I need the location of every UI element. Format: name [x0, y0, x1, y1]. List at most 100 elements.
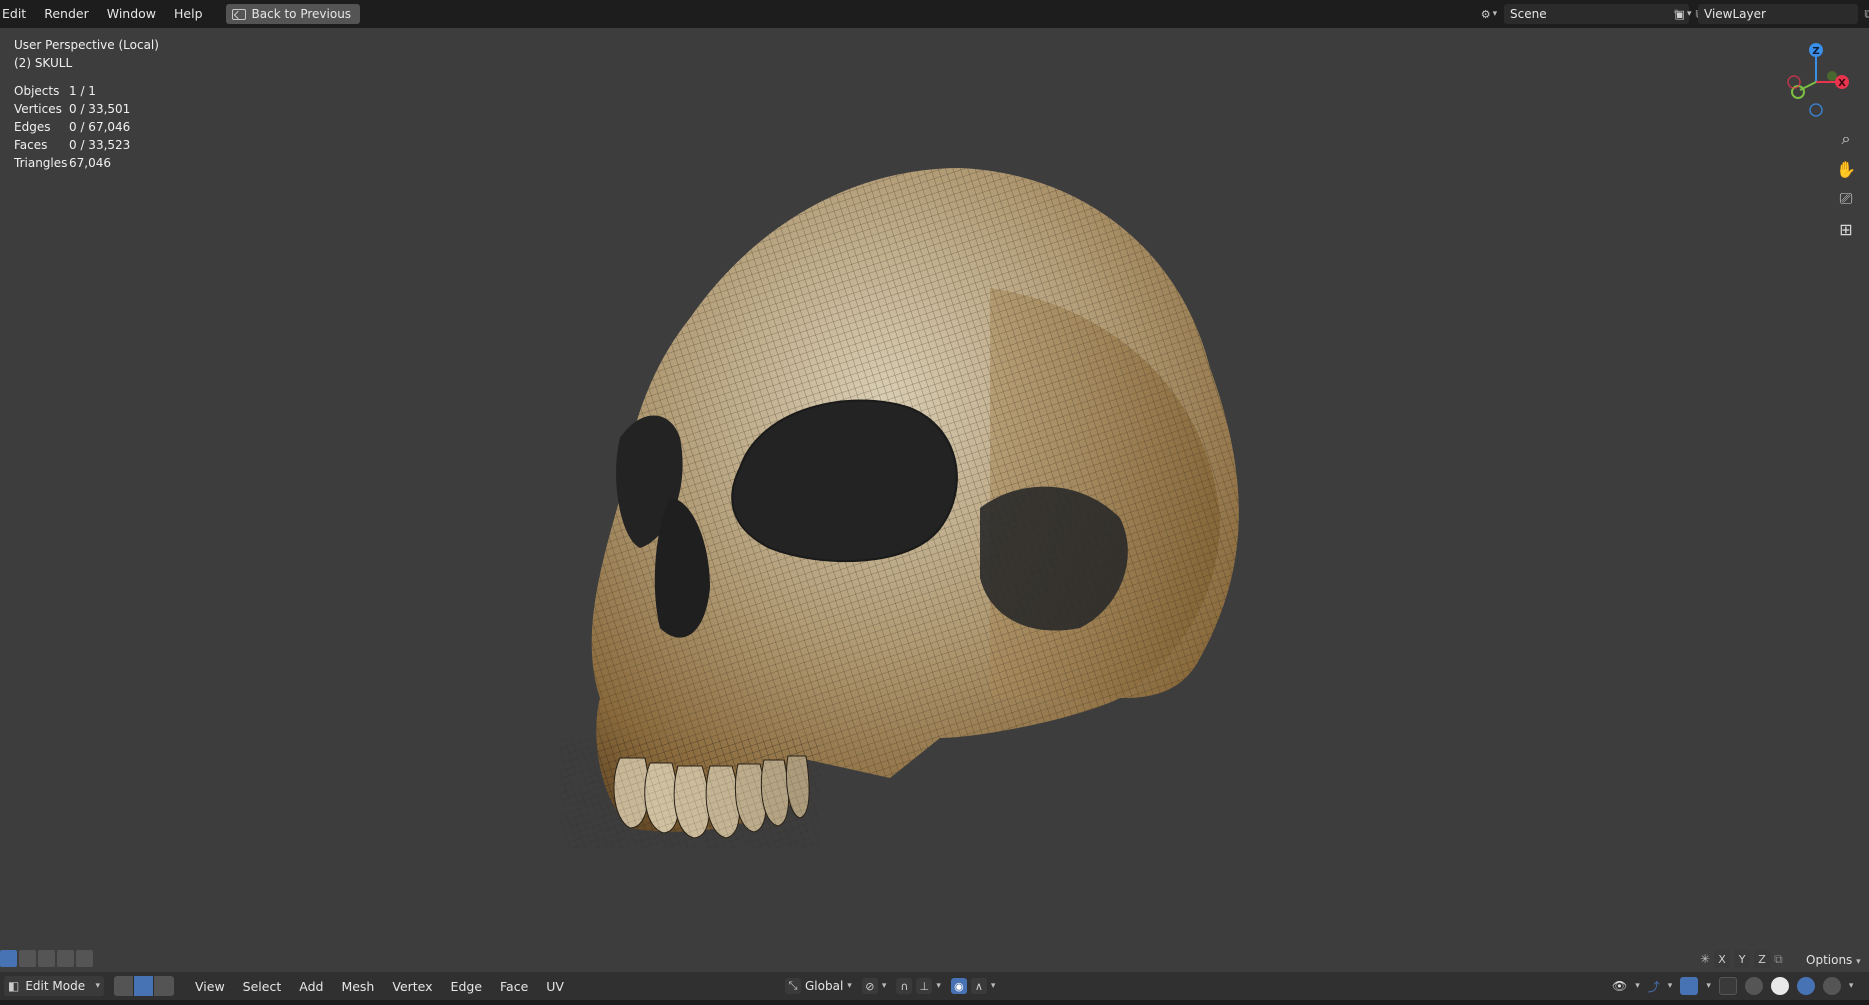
chevron-down-icon[interactable]: ▾	[1706, 981, 1711, 991]
stat-label: Faces	[14, 138, 48, 152]
face-select-icon[interactable]	[154, 976, 174, 996]
pivot-point-dropdown[interactable]: ⊘ ▾	[861, 978, 887, 994]
stat-label: Edges	[14, 120, 51, 134]
snap-toggle[interactable]: ∩ ⊥ ▾	[896, 978, 941, 994]
proportional-editing-toggle[interactable]: ◉ ∧ ▾	[950, 978, 996, 994]
scene-icon: ⚙	[1480, 7, 1491, 21]
stat-value: 0 / 33,501	[69, 102, 131, 116]
view-layer-selector: ▣▾ ViewLayer ⧉ ×	[1668, 4, 1869, 24]
camera-icon[interactable]: ⎚	[1832, 184, 1860, 214]
chevron-down-icon: ▾	[936, 981, 941, 991]
transform-orientation-dropdown[interactable]: ⤡ Global ▾	[785, 978, 852, 994]
statistics-overlay: Objects 1 / 1 Vertices 0 / 33,501 Edges …	[14, 82, 130, 172]
menu-render[interactable]: Render	[35, 0, 98, 28]
menu-edge[interactable]: Edge	[442, 979, 491, 994]
view-layer-type-button[interactable]: ▣ ▾	[1668, 4, 1698, 24]
viewport-info: User Perspective (Local) (2) SKULL	[14, 36, 159, 72]
rendered-shading-icon[interactable]	[1822, 977, 1841, 995]
grid-perspective-icon[interactable]: ⊞	[1832, 214, 1860, 244]
mirror-x-button[interactable]: X	[1714, 950, 1731, 968]
stat-value: 0 / 33,523	[69, 138, 131, 152]
transform-controls: ⤡ Global ▾ ⊘ ▾ ∩ ⊥ ▾ ◉ ∧ ▾	[785, 976, 995, 996]
chevron-down-icon: ▾	[1856, 957, 1861, 967]
chevron-down-icon: ▾	[847, 981, 852, 991]
back-to-previous-label: Back to Previous	[251, 7, 352, 21]
wireframe-shading-icon[interactable]	[1744, 977, 1763, 995]
gizmo-toggle-icon[interactable]: ⤴	[1648, 978, 1660, 995]
stat-row-triangles: Triangles 67,046	[14, 154, 130, 172]
select-new-icon[interactable]	[0, 950, 17, 967]
edge-select-icon[interactable]	[134, 976, 154, 996]
mirror-y-button[interactable]: Y	[1734, 950, 1751, 968]
navigation-gizmo[interactable]: Z X	[1770, 38, 1856, 124]
stat-value: 0 / 67,046	[69, 120, 131, 134]
stat-label: Vertices	[14, 102, 62, 116]
proportional-edit-icon: ◉	[950, 978, 967, 994]
scene-name: Scene	[1510, 7, 1547, 21]
perspective-label: User Perspective (Local)	[14, 38, 159, 52]
selection-mode-buttons	[0, 950, 93, 967]
object-name-label: (2) SKULL	[14, 56, 73, 70]
orientation-icon: ⤡	[785, 978, 801, 994]
stat-row-edges: Edges 0 / 67,046	[14, 118, 130, 136]
skull-mesh[interactable]	[560, 138, 1280, 888]
menu-select[interactable]: Select	[234, 979, 291, 994]
status-bar	[0, 1000, 1869, 1005]
chevron-down-icon: ▾	[990, 981, 996, 991]
menu-uv[interactable]: UV	[537, 979, 573, 994]
solid-shading-icon[interactable]	[1770, 977, 1789, 995]
zoom-icon[interactable]: ⌕	[1832, 124, 1860, 154]
stat-label: Objects	[14, 84, 60, 98]
menu-mesh[interactable]: Mesh	[332, 979, 383, 994]
viewport-footer-strip: ✳ X Y Z ⧉ Options ▾	[0, 948, 1869, 972]
options-label: Options	[1806, 953, 1853, 967]
axis-x-label: X	[1838, 78, 1846, 89]
view-layer-name-field[interactable]: ViewLayer	[1698, 4, 1858, 24]
scene-name-field[interactable]: Scene ✎	[1504, 4, 1689, 24]
menu-face[interactable]: Face	[491, 979, 537, 994]
menu-add[interactable]: Add	[290, 979, 332, 994]
pan-hand-icon[interactable]: ✋	[1832, 154, 1860, 184]
menu-view[interactable]: View	[186, 979, 234, 994]
menu-edit[interactable]: Edit	[0, 0, 35, 28]
mirror-axis-group: ✳ X Y Z ⧉	[1700, 950, 1783, 968]
new-view-layer-icon[interactable]: ⧉	[1858, 4, 1869, 24]
shading-controls: 👁 ▾ ⤴ ▾ ▾ ▾	[1612, 976, 1853, 996]
material-preview-shading-icon[interactable]	[1796, 977, 1815, 995]
mode-selector[interactable]: ◧ Edit Mode ▾	[4, 976, 104, 996]
chevron-down-icon[interactable]: ▾	[1849, 981, 1854, 991]
stat-row-vertices: Vertices 0 / 33,501	[14, 100, 130, 118]
mirror-icon: ✳	[1700, 952, 1711, 966]
vertex-select-icon[interactable]	[114, 976, 134, 996]
select-intersect-icon[interactable]	[76, 950, 93, 967]
3d-viewport[interactable]: User Perspective (Local) (2) SKULL Objec…	[0, 28, 1869, 948]
chevron-down-icon[interactable]: ▾	[1668, 981, 1673, 991]
stat-value: 67,046	[69, 156, 111, 170]
select-subtract-icon[interactable]	[38, 950, 55, 967]
select-extend-icon[interactable]	[19, 950, 36, 967]
xray-toggle-icon[interactable]	[1718, 977, 1737, 995]
back-icon	[231, 8, 246, 20]
axis-neg-x-handle[interactable]	[1787, 75, 1801, 89]
chevron-down-icon: ▾	[881, 981, 887, 991]
overlays-icon[interactable]	[1680, 977, 1699, 995]
select-invert-icon[interactable]	[57, 950, 74, 967]
stat-row-objects: Objects 1 / 1	[14, 82, 130, 100]
topology-mirror-icon[interactable]: ⧉	[1774, 952, 1783, 967]
axis-neg-z-handle[interactable]	[1809, 103, 1823, 117]
mode-label: Edit Mode	[25, 979, 86, 993]
mirror-z-button[interactable]: Z	[1754, 950, 1771, 968]
visibility-eye-icon[interactable]: 👁	[1612, 979, 1627, 993]
axis-neg-y-handle[interactable]	[1827, 71, 1837, 81]
menu-window[interactable]: Window	[98, 0, 165, 28]
menu-vertex[interactable]: Vertex	[383, 979, 441, 994]
scene-type-button[interactable]: ⚙ ▾	[1474, 4, 1504, 24]
chevron-down-icon[interactable]: ▾	[1635, 981, 1640, 991]
chevron-down-icon: ▾	[1686, 9, 1692, 19]
options-dropdown[interactable]: Options ▾	[1800, 950, 1867, 970]
stat-row-faces: Faces 0 / 33,523	[14, 136, 130, 154]
view-layer-icon: ▣	[1674, 7, 1685, 21]
back-to-previous-button[interactable]: Back to Previous	[225, 4, 361, 24]
stat-value: 1 / 1	[69, 84, 96, 98]
menu-help[interactable]: Help	[165, 0, 212, 28]
